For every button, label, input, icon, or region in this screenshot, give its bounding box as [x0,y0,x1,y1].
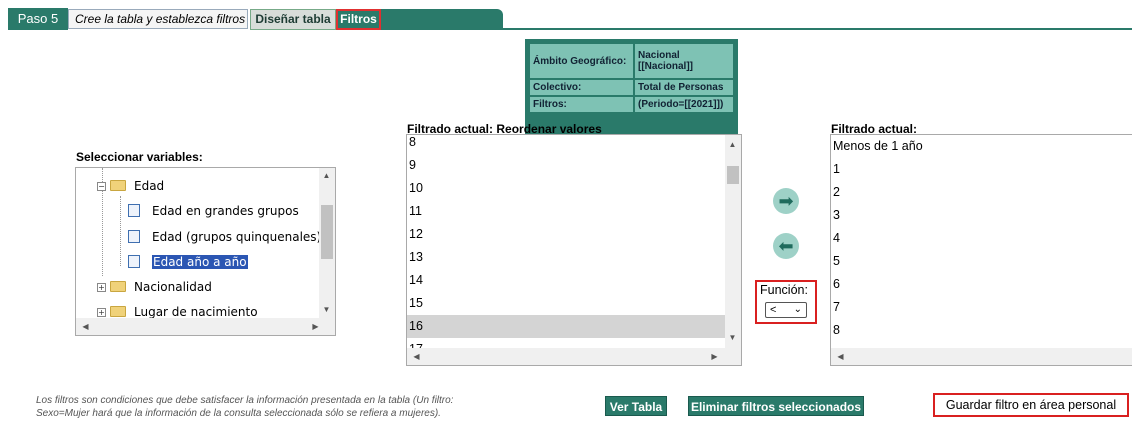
tree-node-edad-grandes-grupos[interactable]: Edad en grandes grupos [128,201,299,221]
tree-vertical-scrollbar[interactable]: ▲ ▼ [319,168,335,318]
tree-guide [120,196,121,266]
scroll-thumb[interactable] [727,166,739,184]
tree-node-edad[interactable]: − Edad [97,176,164,196]
values-horizontal-scrollbar[interactable]: ◀ ▶ [407,348,741,365]
step-badge: Paso 5 [8,8,68,30]
summary-value: Nacional [[Nacional]] [635,44,733,78]
scroll-left-icon[interactable]: ◀ [409,352,424,361]
ver-tabla-button[interactable]: Ver Tabla [605,396,667,416]
value-option[interactable]: 14 [407,269,725,292]
folder-icon [110,306,126,317]
eliminar-filtros-button[interactable]: Eliminar filtros seleccionados [688,396,864,416]
help-line: Los filtros son condiciones que debe sat… [36,395,454,406]
tabbar-filler [381,9,503,30]
summary-key: Ámbito Geográfico: [530,44,633,78]
variables-label: Seleccionar variables: [76,150,203,164]
summary-value: Total de Personas [635,80,733,95]
scroll-right-icon[interactable]: ▶ [707,352,722,361]
folder-icon [110,180,126,191]
tree-node-label: Edad [134,179,165,193]
value-option[interactable]: 9 [407,154,725,177]
scroll-thumb[interactable] [321,205,333,259]
filter-option[interactable]: 7 [831,296,840,319]
arrow-right-icon: ➡ [778,191,794,211]
value-option[interactable]: 11 [407,200,725,223]
value-option[interactable]: 15 [407,292,725,315]
variables-tree[interactable]: − Edad Edad en grandes grupos Edad (grupo… [75,167,336,336]
tree-node-edad-ano-a-ano[interactable]: Edad año a año [128,252,248,272]
expand-icon[interactable]: + [97,283,106,292]
wizard-tabbar: Paso 5 Cree la tabla y establezca filtro… [8,8,503,30]
summary-key: Colectivo: [530,80,633,95]
help-line: Sexo=Mujer hará que la información de la… [36,408,441,419]
funcion-select[interactable]: < ⌄ [765,302,807,318]
filter-option[interactable]: 6 [831,273,840,296]
filter-option[interactable]: 2 [831,181,840,204]
collapse-icon[interactable]: − [97,182,106,191]
scroll-down-icon[interactable]: ▼ [319,305,334,314]
table-file-icon [128,204,140,217]
tree-horizontal-scrollbar[interactable]: ◀ ▶ [76,318,335,335]
step-description: Cree la tabla y establezca filtros [68,9,248,29]
header-rule [495,28,1132,30]
filter-option[interactable]: 5 [831,250,840,273]
tree-node-label: Edad año a año [152,255,248,269]
scroll-right-icon[interactable]: ▶ [308,322,323,331]
values-listbox[interactable]: 8 9 10 11 12 13 14 15 16 17 ▲ ▼ ◀ ▶ [406,134,742,366]
arrow-left-icon: ⬅ [778,236,794,256]
summary-key: Filtros: [530,97,633,112]
value-option[interactable]: 13 [407,246,725,269]
guardar-filtro-button[interactable]: Guardar filtro en área personal [933,393,1129,417]
value-option[interactable]: 10 [407,177,725,200]
scroll-left-icon[interactable]: ◀ [833,352,848,361]
filter-option[interactable]: 8 [831,319,840,342]
add-filter-button[interactable]: ➡ [773,188,799,214]
tab-filtros[interactable]: Filtros [336,9,381,30]
tree-node-label: Nacionalidad [134,280,212,294]
scroll-up-icon[interactable]: ▲ [319,171,334,180]
funcion-label: Función: [760,283,808,297]
chevron-down-icon: ⌄ [793,304,802,315]
expand-icon[interactable]: + [97,308,106,317]
funcion-selected-value: < [770,304,777,316]
tree-node-label: Edad en grandes grupos [152,204,299,218]
scroll-up-icon[interactable]: ▲ [725,140,740,149]
filter-option[interactable]: 1 [831,158,840,181]
filter-help-text: Los filtros son condiciones que debe sat… [36,394,556,420]
summary-value: (Periodo=[[2021]]) [635,97,733,112]
tree-node-edad-quinquenales[interactable]: Edad (grupos quinquenales) [128,227,321,247]
value-option-selected[interactable]: 16 [407,315,725,338]
folder-icon [110,281,126,292]
scroll-left-icon[interactable]: ◀ [78,322,93,331]
tab-disenar-tabla[interactable]: Diseñar tabla [250,9,336,30]
filter-option[interactable]: 4 [831,227,840,250]
remove-filter-button[interactable]: ⬅ [773,233,799,259]
current-filter-listbox[interactable]: Menos de 1 año 1 2 3 4 5 6 7 8 9 ◀ [830,134,1132,366]
value-option[interactable]: 8 [407,135,725,154]
filter-horizontal-scrollbar[interactable]: ◀ [831,348,1132,365]
scroll-down-icon[interactable]: ▼ [725,333,740,342]
filter-option[interactable]: 3 [831,204,840,227]
tree-node-nacionalidad[interactable]: + Nacionalidad [97,277,212,297]
table-file-icon [128,255,140,268]
filter-option[interactable]: Menos de 1 año [831,135,923,158]
tree-node-label: Edad (grupos quinquenales) [152,230,322,244]
table-file-icon [128,230,140,243]
values-vertical-scrollbar[interactable]: ▲ ▼ [725,135,741,348]
tree-node-label: Lugar de nacimiento [134,305,258,319]
value-option[interactable]: 12 [407,223,725,246]
